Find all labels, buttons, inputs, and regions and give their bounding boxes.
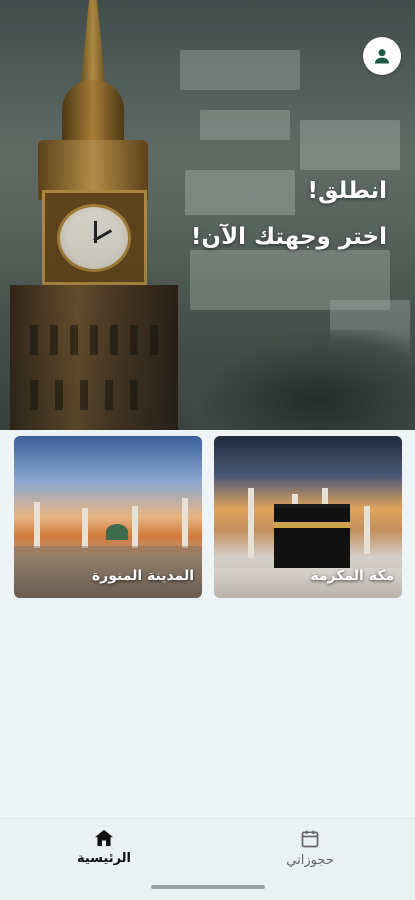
- nav-item-home[interactable]: الرئيسية: [54, 829, 154, 866]
- hero-banner: انطلق! اختر وجهتك الآن!: [0, 0, 415, 430]
- destination-card-madinah[interactable]: المدينة المنورة: [14, 436, 202, 598]
- destination-label: مكة المكرمة: [310, 568, 394, 584]
- kaaba: [274, 504, 350, 570]
- nav-label-bookings: حجوزاتي: [286, 853, 334, 868]
- minaret: [364, 506, 370, 554]
- home-icon: [95, 829, 113, 847]
- destination-card-makkah[interactable]: مكة المكرمة: [214, 436, 402, 598]
- hero-subtitle: اختر وجهتك الآن!: [190, 224, 387, 250]
- person-icon: [374, 49, 390, 64]
- minaret: [182, 498, 188, 548]
- hero-title: انطلق!: [307, 178, 387, 204]
- destination-cards: المدينة المنورة مكة المكرمة: [14, 436, 402, 598]
- minaret: [132, 506, 138, 548]
- calendar-icon: [301, 830, 319, 848]
- green-dome: [106, 524, 128, 540]
- minaret: [82, 508, 88, 548]
- home-indicator[interactable]: [151, 885, 265, 889]
- minaret: [248, 488, 254, 558]
- nav-label-home: الرئيسية: [76, 851, 132, 866]
- destination-label: المدينة المنورة: [91, 568, 194, 584]
- minaret: [34, 502, 40, 548]
- hero-overlay: [0, 0, 415, 430]
- profile-button[interactable]: [363, 37, 401, 75]
- nav-item-bookings[interactable]: حجوزاتي: [260, 829, 360, 868]
